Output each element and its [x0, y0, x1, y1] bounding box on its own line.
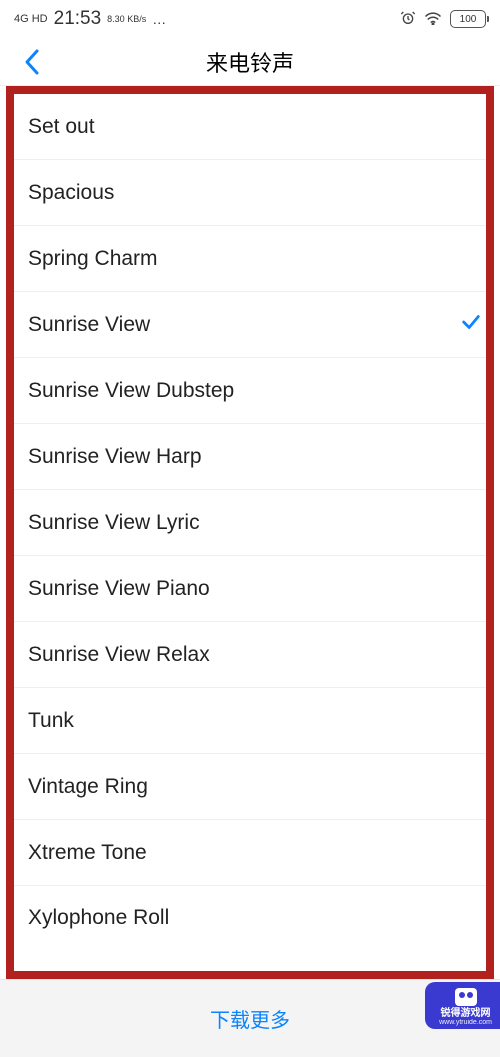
ringtone-name: Sunrise View Relax [28, 643, 210, 667]
ringtone-row[interactable]: Xylophone Roll [14, 886, 486, 934]
ringtone-row[interactable]: Sunrise View Harp [14, 424, 486, 490]
ringtone-name: Vintage Ring [28, 775, 148, 799]
ringtone-row[interactable]: Vintage Ring [14, 754, 486, 820]
wifi-icon [424, 11, 442, 28]
data-rate: 8.30 KB/s [107, 15, 146, 24]
ringtone-row[interactable]: Tunk [14, 688, 486, 754]
watermark-url: www.ytruide.com [439, 1019, 492, 1027]
ringtone-row[interactable]: Sunrise View Lyric [14, 490, 486, 556]
ringtone-row[interactable]: Sunrise View [14, 292, 486, 358]
download-more-link[interactable]: 下载更多 [210, 1004, 290, 1033]
page-title: 来电铃声 [0, 46, 500, 78]
ringtone-name: Sunrise View Dubstep [28, 379, 234, 403]
ringtone-row[interactable]: Spring Charm [14, 226, 486, 292]
ringtone-name: Set out [28, 115, 95, 139]
back-button[interactable] [10, 40, 54, 84]
ringtone-name: Sunrise View [28, 313, 150, 337]
ringtone-name: Sunrise View Lyric [28, 511, 200, 535]
alarm-icon [400, 10, 416, 29]
ringtone-name: Xtreme Tone [28, 841, 147, 865]
chevron-left-icon [23, 48, 41, 76]
status-bar: 4G HD 21:53 8.30 KB/s … 100 [0, 0, 500, 38]
ringtone-row[interactable]: Set out [14, 94, 486, 160]
ringtone-row[interactable]: Spacious [14, 160, 486, 226]
highlight-box-annotation: Set out Spacious Spring Charm Sunrise View S… [6, 86, 494, 979]
status-time: 21:53 [54, 8, 102, 30]
ringtone-list[interactable]: Set out Spacious Spring Charm Sunrise View S… [14, 94, 486, 971]
ringtone-row[interactable]: Sunrise View Relax [14, 622, 486, 688]
ringtone-name: Spacious [28, 181, 114, 205]
ringtone-row[interactable]: Xtreme Tone [14, 820, 486, 886]
ringtone-name: Xylophone Roll [28, 906, 169, 930]
ringtone-name: Sunrise View Piano [28, 577, 210, 601]
ringtone-row[interactable]: Sunrise View Dubstep [14, 358, 486, 424]
battery-indicator: 100 [450, 10, 486, 28]
ringtone-name: Tunk [28, 709, 74, 733]
ringtone-name: Sunrise View Harp [28, 445, 202, 469]
watermark-brand: 锐得游戏网 [439, 1008, 492, 1019]
more-indicator: … [152, 11, 167, 27]
page-header: 来电铃声 [0, 38, 500, 86]
ringtone-name: Spring Charm [28, 247, 158, 271]
watermark-logo-icon [455, 988, 477, 1006]
ringtone-row[interactable]: Sunrise View Piano [14, 556, 486, 622]
network-indicator: 4G HD [14, 14, 48, 25]
watermark-badge: 锐得游戏网 www.ytruide.com [425, 982, 500, 1029]
checkmark-icon [460, 311, 482, 339]
